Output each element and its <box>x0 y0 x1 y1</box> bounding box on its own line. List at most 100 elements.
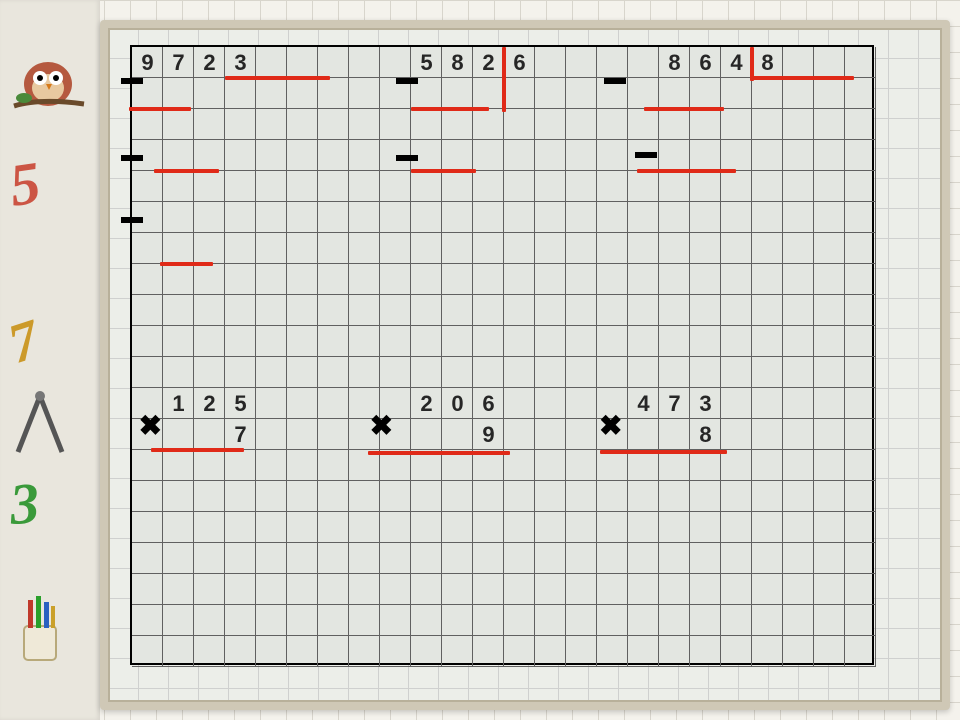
grid-cell <box>690 171 721 202</box>
grid-cell <box>442 512 473 543</box>
red-line <box>151 448 244 452</box>
grid-cell <box>845 605 876 636</box>
grid-cell <box>504 605 535 636</box>
grid-cell <box>659 357 690 388</box>
grid-cell <box>721 357 752 388</box>
grid-cell <box>473 326 504 357</box>
red-line <box>637 169 736 173</box>
grid-cell <box>566 140 597 171</box>
grid-cell <box>690 512 721 543</box>
grid-cell <box>256 605 287 636</box>
grid-cell <box>442 481 473 512</box>
grid-cell <box>380 233 411 264</box>
grid-cell <box>132 543 163 574</box>
digit: 3 <box>225 47 256 78</box>
grid-cell <box>349 171 380 202</box>
grid-cell <box>814 264 845 295</box>
grid-cell <box>690 450 721 481</box>
grid-cell <box>566 512 597 543</box>
grid-cell <box>752 202 783 233</box>
grid-cell <box>194 109 225 140</box>
grid-cell <box>411 574 442 605</box>
grid-cell <box>442 171 473 202</box>
grid-cell <box>225 450 256 481</box>
grid-cell <box>566 574 597 605</box>
grid-cell <box>628 202 659 233</box>
grid-cell <box>349 140 380 171</box>
grid-cell <box>349 47 380 78</box>
grid-cell <box>566 419 597 450</box>
grid-cell <box>318 636 349 667</box>
grid-cell <box>597 109 628 140</box>
grid-cell <box>256 78 287 109</box>
grid-cell <box>721 419 752 450</box>
grid-cell <box>349 543 380 574</box>
grid-cell <box>628 264 659 295</box>
grid-cell <box>318 109 349 140</box>
grid-cell <box>845 233 876 264</box>
digit: 9 <box>132 47 163 78</box>
grid-cell <box>194 202 225 233</box>
grid-cell <box>225 574 256 605</box>
grid-cell <box>845 264 876 295</box>
grid-cell <box>752 574 783 605</box>
grid-cell <box>287 543 318 574</box>
grid-cell <box>380 264 411 295</box>
minus-sign <box>635 152 657 158</box>
digit: 2 <box>473 47 504 78</box>
grid-cell <box>752 419 783 450</box>
grid-cell <box>473 202 504 233</box>
grid-cell <box>318 388 349 419</box>
grid-cell <box>659 326 690 357</box>
grid-cell <box>411 171 442 202</box>
grid-cell <box>690 543 721 574</box>
grid-cell <box>318 543 349 574</box>
grid-cell <box>814 543 845 574</box>
grid-cell <box>721 450 752 481</box>
grid-cell <box>163 264 194 295</box>
grid-cell <box>163 574 194 605</box>
grid-cell <box>163 78 194 109</box>
minus-sign <box>121 78 143 84</box>
grid-cell <box>628 543 659 574</box>
grid-cell <box>349 233 380 264</box>
grid-cell <box>845 171 876 202</box>
grid-cell <box>442 109 473 140</box>
grid-cell <box>473 78 504 109</box>
grid-cell <box>659 295 690 326</box>
grid-cell <box>380 295 411 326</box>
grid-cell <box>535 295 566 326</box>
grid-cell <box>721 78 752 109</box>
grid-cell <box>783 264 814 295</box>
grid-cell <box>225 326 256 357</box>
multiply-sign: ✖ <box>370 409 393 442</box>
grid-cell <box>659 264 690 295</box>
grid-cell <box>814 481 845 512</box>
grid-cell <box>132 264 163 295</box>
grid-cell <box>132 295 163 326</box>
grid-cell <box>721 233 752 264</box>
grid-cell <box>163 543 194 574</box>
grid-cell <box>256 512 287 543</box>
grid-cell <box>535 264 566 295</box>
grid-cell <box>504 78 535 109</box>
grid-cell <box>597 605 628 636</box>
digit: 8 <box>659 47 690 78</box>
grid-cell <box>287 264 318 295</box>
owl-decor <box>10 40 88 118</box>
grid-cell <box>380 109 411 140</box>
grid-cell <box>690 78 721 109</box>
grid-cell <box>535 636 566 667</box>
digit: 7 <box>163 47 194 78</box>
grid-cell <box>411 357 442 388</box>
grid-cell <box>194 140 225 171</box>
grid-cell <box>225 171 256 202</box>
grid-cell <box>814 512 845 543</box>
grid-cell <box>690 481 721 512</box>
digit: 2 <box>194 47 225 78</box>
grid-cell <box>225 512 256 543</box>
grid-cell <box>752 171 783 202</box>
grid-cell <box>752 140 783 171</box>
grid-cell <box>225 481 256 512</box>
grid-cell <box>535 171 566 202</box>
